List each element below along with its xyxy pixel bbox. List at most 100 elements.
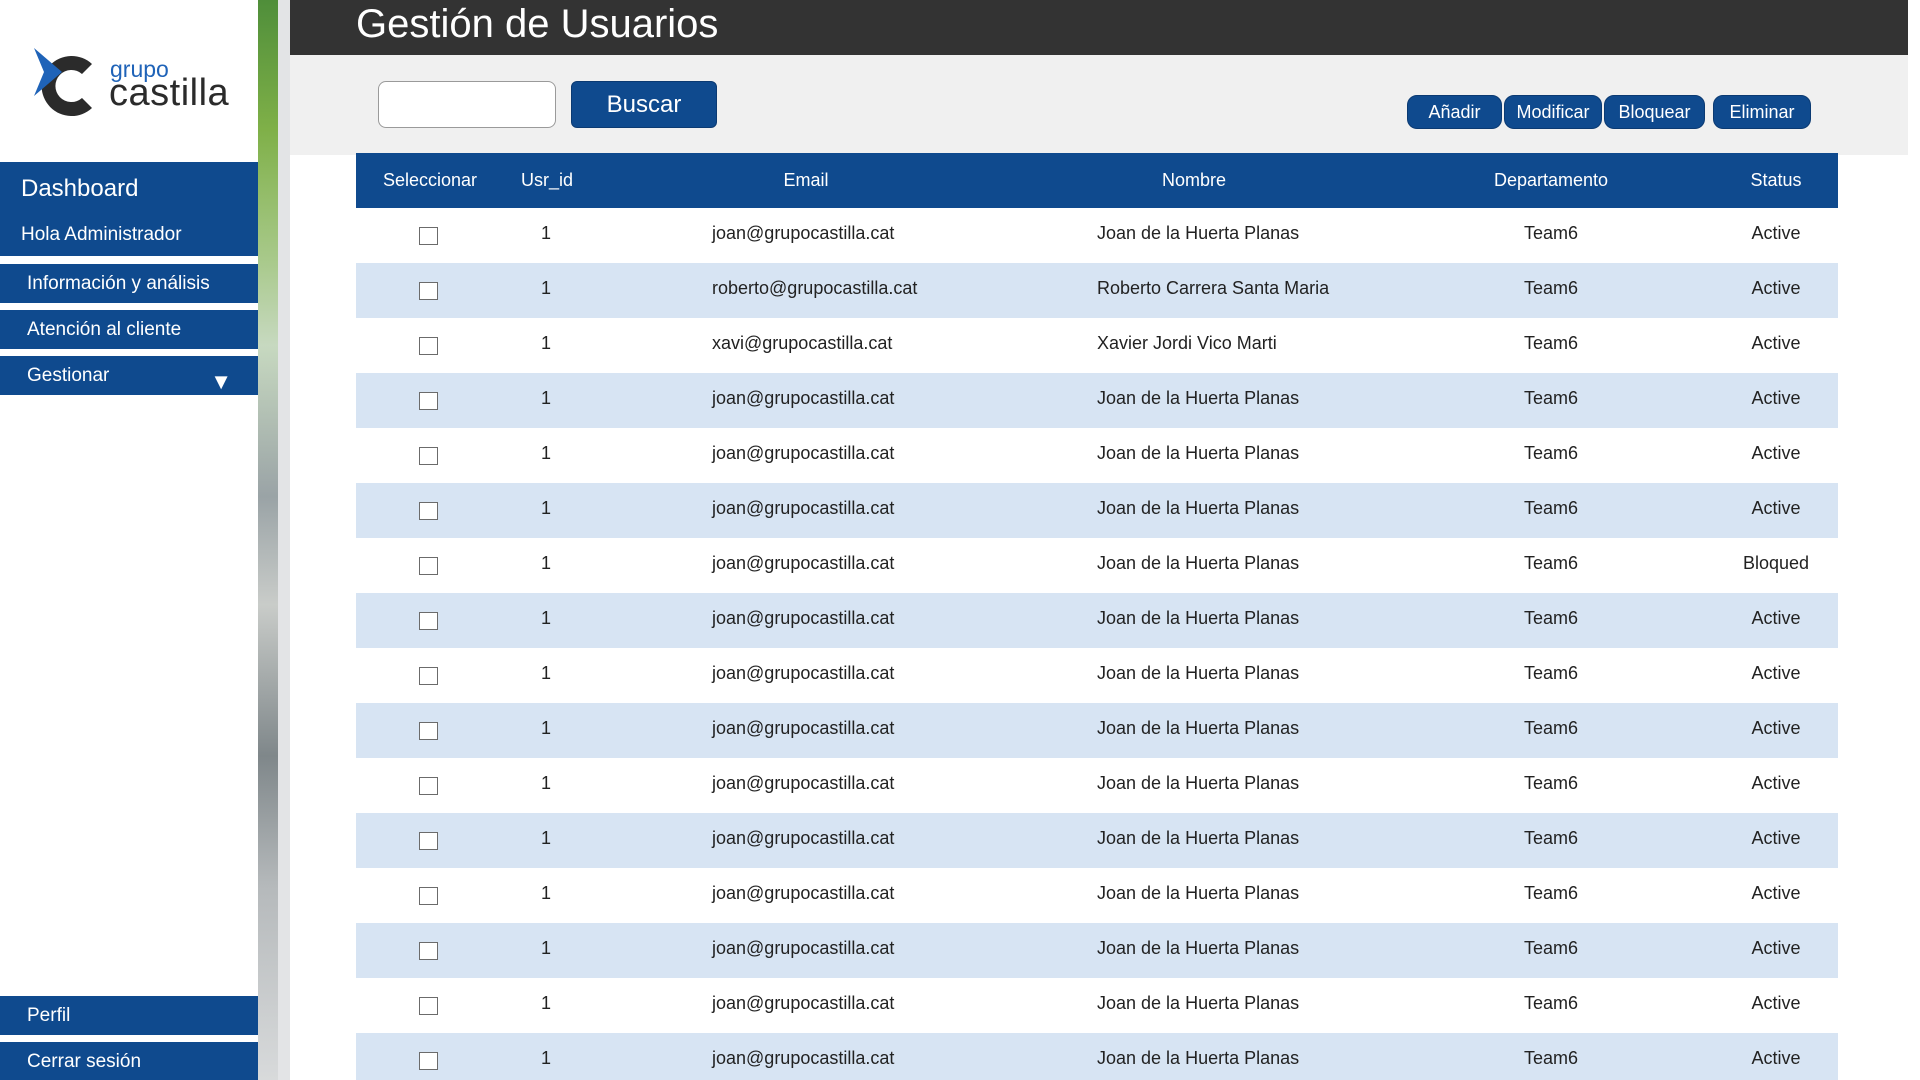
status-cell: Active (1751, 333, 1801, 353)
name-cell: Xavier Jordi Vico Marti (1097, 333, 1277, 353)
status-cell: Active (1751, 718, 1801, 738)
email-cell: joan@grupocastilla.cat (712, 883, 895, 903)
table-row[interactable]: 1 joan@grupocastilla.cat Joan de la Huerta… (356, 703, 1838, 758)
logo-c-icon (34, 48, 92, 116)
row-checkbox[interactable] (419, 887, 438, 905)
table-row[interactable]: 1 joan@grupocastilla.cat Joan de la Huerta… (356, 978, 1838, 1033)
block-button[interactable]: Bloquear (1604, 95, 1705, 129)
sidebar-item-informacion[interactable]: Información y análisis (0, 264, 258, 303)
table-row[interactable]: 1 joan@grupocastilla.cat Joan de la Huerta… (356, 593, 1838, 648)
status-cell: Active (1751, 773, 1801, 793)
usr-id-cell: 1 (540, 883, 551, 903)
name-cell: Joan de la Huerta Planas (1097, 938, 1300, 958)
table-row[interactable]: 1 joan@grupocastilla.cat Joan de la Huerta… (356, 758, 1838, 813)
row-checkbox[interactable] (419, 557, 438, 575)
modify-button[interactable]: Modificar (1504, 95, 1602, 129)
department-cell: Team6 (1523, 828, 1579, 848)
row-checkbox[interactable] (419, 392, 438, 410)
row-checkbox[interactable] (419, 997, 438, 1015)
usr-id-cell: 1 (540, 443, 551, 463)
row-checkbox[interactable] (419, 282, 438, 300)
row-checkbox[interactable] (419, 447, 438, 465)
name-cell: Joan de la Huerta Planas (1097, 883, 1300, 903)
status-cell: Active (1751, 938, 1801, 958)
name-cell: Joan de la Huerta Planas (1097, 1048, 1300, 1068)
usr-id-cell: 1 (540, 1048, 551, 1068)
column-header-status[interactable]: Status (1716, 153, 1836, 208)
department-cell: Team6 (1523, 883, 1579, 903)
row-checkbox[interactable] (419, 942, 438, 960)
row-checkbox[interactable] (419, 227, 438, 245)
sidebar-item-perfil[interactable]: Perfil (0, 996, 258, 1035)
delete-button[interactable]: Eliminar (1713, 95, 1811, 129)
row-checkbox[interactable] (419, 777, 438, 795)
search-button[interactable]: Buscar (571, 81, 717, 128)
usr-id-cell: 1 (540, 608, 551, 628)
table-row[interactable]: 1 joan@grupocastilla.cat Joan de la Huerta… (356, 208, 1838, 263)
grupo-castilla-logo: grupo castilla (30, 46, 230, 126)
table-row[interactable]: 1 joan@grupocastilla.cat Joan de la Huerta… (356, 648, 1838, 703)
column-header-nombre[interactable]: Nombre (1139, 153, 1249, 208)
row-checkbox[interactable] (419, 502, 438, 520)
email-cell: joan@grupocastilla.cat (712, 443, 895, 463)
table-row[interactable]: 1 joan@grupocastilla.cat Joan de la Huerta… (356, 868, 1838, 923)
name-cell: Joan de la Huerta Planas (1097, 718, 1300, 738)
email-cell: xavi@grupocastilla.cat (712, 333, 893, 353)
table-row[interactable]: 1 joan@grupocastilla.cat Joan de la Huerta… (356, 428, 1838, 483)
triangle-down-icon[interactable]: ▼ (210, 362, 232, 401)
email-cell: joan@grupocastilla.cat (712, 498, 895, 518)
row-checkbox[interactable] (419, 612, 438, 630)
usr-id-cell: 1 (540, 223, 551, 243)
decorative-strip (258, 0, 290, 1080)
table-header: Seleccionar Usr_id Email Nombre Departam… (356, 153, 1838, 208)
department-cell: Team6 (1523, 388, 1579, 408)
column-header-departamento[interactable]: Departamento (1476, 153, 1626, 208)
status-cell: Active (1751, 608, 1801, 628)
department-cell: Team6 (1523, 278, 1579, 298)
row-checkbox[interactable] (419, 1052, 438, 1070)
sidebar: grupo castilla Dashboard Hola Administra… (0, 0, 258, 1080)
usr-id-cell: 1 (540, 388, 551, 408)
dashboard-title[interactable]: Dashboard (21, 175, 138, 203)
column-header-usr-id[interactable]: Usr_id (521, 153, 573, 208)
add-button[interactable]: Añadir (1407, 95, 1502, 129)
status-cell: Bloqued (1742, 553, 1810, 573)
usr-id-cell: 1 (540, 663, 551, 683)
search-input[interactable] (378, 81, 556, 128)
email-cell: joan@grupocastilla.cat (712, 828, 895, 848)
column-header-email[interactable]: Email (756, 153, 856, 208)
greeting-text: Hola Administrador (21, 224, 182, 245)
table-row[interactable]: 1 joan@grupocastilla.cat Joan de la Huerta… (356, 373, 1838, 428)
table-row[interactable]: 1 xavi@grupocastilla.cat Xavier Jordi Vico… (356, 318, 1838, 373)
table-row[interactable]: 1 roberto@grupocastilla.cat Roberto Carrer… (356, 263, 1838, 318)
column-header-seleccionar[interactable]: Seleccionar (376, 153, 484, 208)
table-row[interactable]: 1 joan@grupocastilla.cat Joan de la Huerta… (356, 483, 1838, 538)
table-row[interactable]: 1 joan@grupocastilla.cat Joan de la Huerta… (356, 538, 1838, 593)
email-cell: joan@grupocastilla.cat (712, 993, 895, 1013)
row-checkbox[interactable] (419, 722, 438, 740)
row-checkbox[interactable] (419, 337, 438, 355)
table-row[interactable]: 1 joan@grupocastilla.cat Joan de la Huerta… (356, 813, 1838, 868)
email-cell: joan@grupocastilla.cat (712, 608, 895, 628)
name-cell: Joan de la Huerta Planas (1097, 828, 1300, 848)
sidebar-item-atencion[interactable]: Atención al cliente (0, 310, 258, 349)
users-table: Seleccionar Usr_id Email Nombre Departam… (356, 153, 1838, 1080)
table-row[interactable]: 1 joan@grupocastilla.cat Joan de la Huerta… (356, 923, 1838, 978)
sidebar-item-cerrar-sesion[interactable]: Cerrar sesión (0, 1042, 258, 1080)
status-cell: Active (1751, 663, 1801, 683)
department-cell: Team6 (1523, 498, 1579, 518)
table-row[interactable]: 1 joan@grupocastilla.cat Joan de la Huerta… (356, 1033, 1838, 1080)
name-cell: Joan de la Huerta Planas (1097, 553, 1300, 573)
email-cell: joan@grupocastilla.cat (712, 718, 895, 738)
sidebar-item-label: Información y análisis (27, 273, 210, 294)
row-checkbox[interactable] (419, 667, 438, 685)
status-cell: Active (1751, 1048, 1801, 1068)
status-cell: Active (1751, 498, 1801, 518)
page-header: Gestión de Usuarios (290, 0, 1908, 55)
sidebar-item-gestionar[interactable]: Gestionar ▼ (0, 356, 258, 395)
row-checkbox[interactable] (419, 832, 438, 850)
department-cell: Team6 (1523, 608, 1579, 628)
status-cell: Active (1751, 883, 1801, 903)
name-cell: Joan de la Huerta Planas (1097, 773, 1300, 793)
name-cell: Joan de la Huerta Planas (1097, 388, 1300, 408)
